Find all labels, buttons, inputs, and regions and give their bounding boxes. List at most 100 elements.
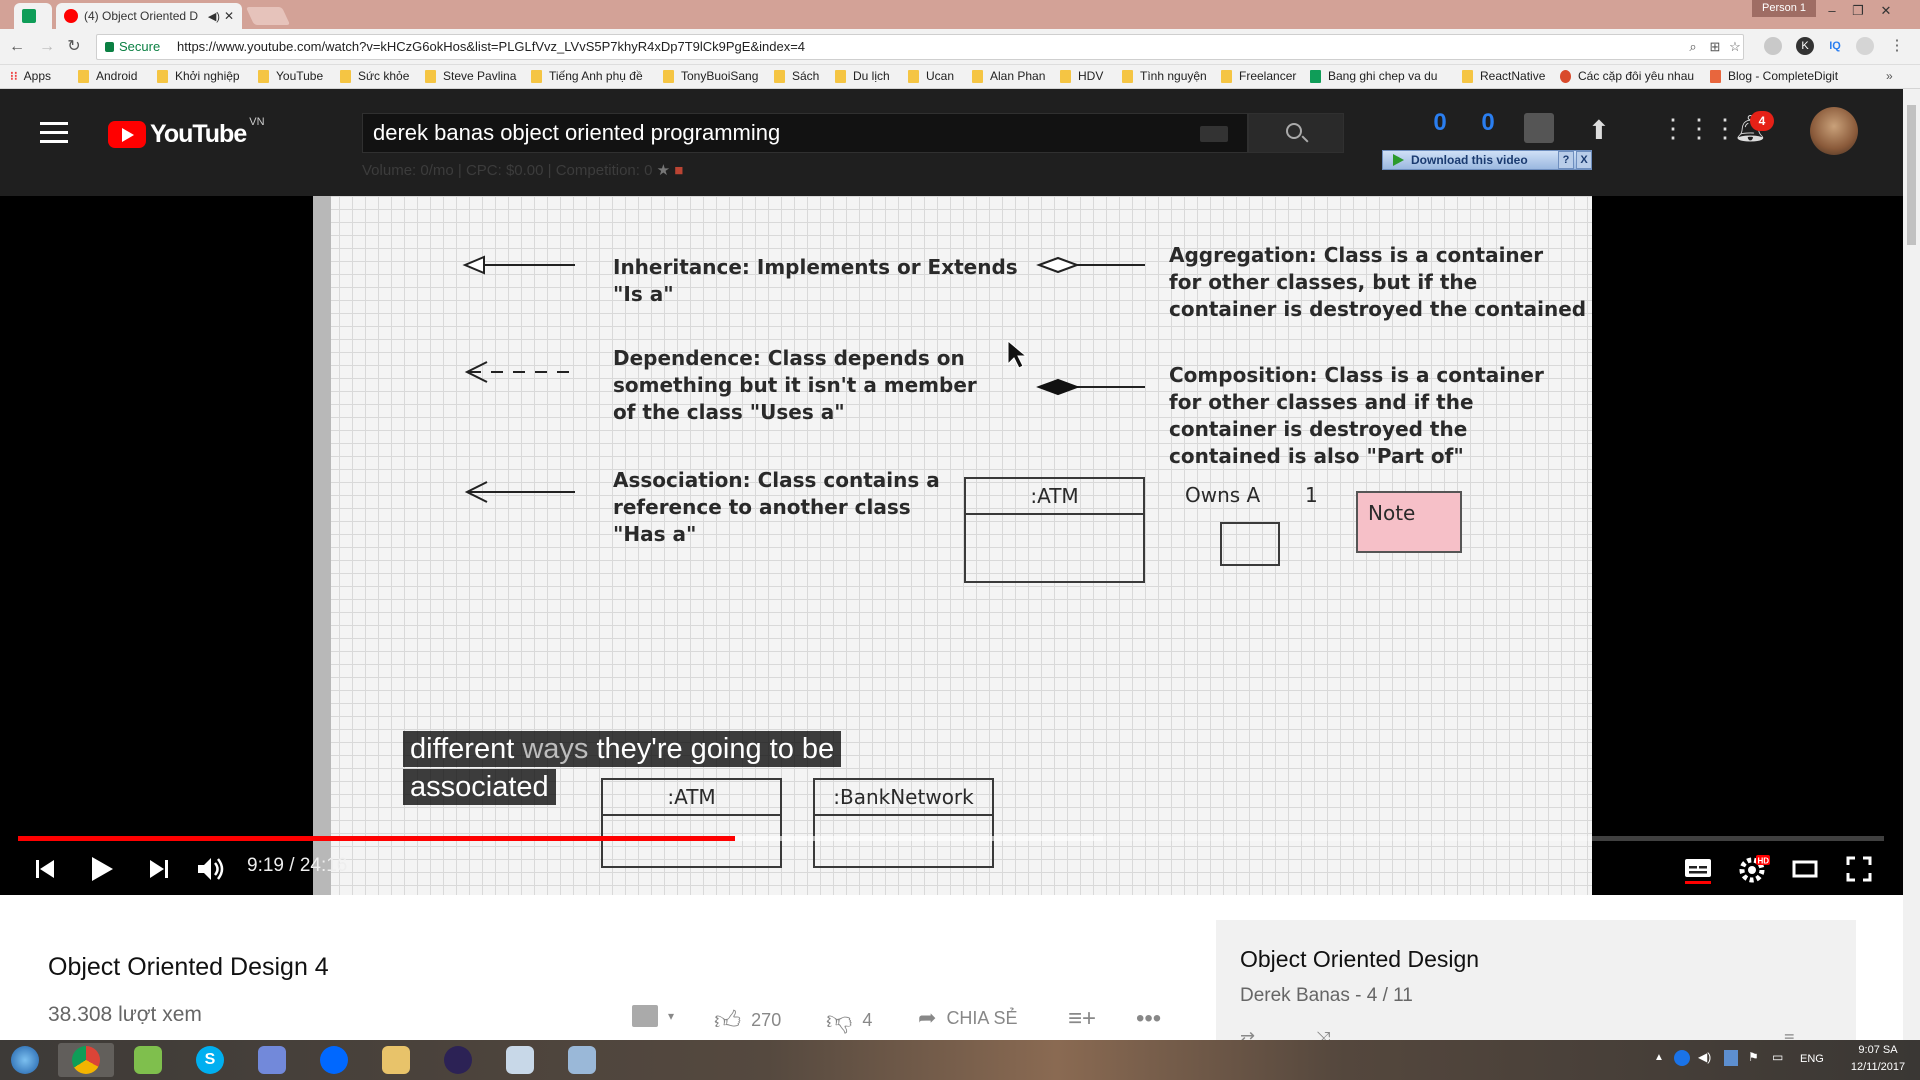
atm-class-box: :ATM (964, 477, 1145, 583)
share-button[interactable]: ➦ CHIA SẺ (918, 1005, 1017, 1031)
video-title: Object Oriented Design 4 (48, 953, 329, 981)
more-actions-icon[interactable]: ••• (1136, 1005, 1161, 1033)
tray-keyboard-icon[interactable] (1724, 1050, 1738, 1066)
bookmark-folder[interactable]: Khởi nghiệp (157, 69, 240, 83)
play-icon[interactable] (90, 856, 114, 882)
bookmark-folder[interactable]: Freelancer (1221, 69, 1296, 83)
taskbar-skype[interactable]: S (182, 1043, 238, 1077)
bookmark-sheet[interactable]: Bang ghi chep va du (1310, 69, 1437, 83)
bookmark-folder[interactable]: YouTube (258, 69, 323, 83)
extension-icon-2[interactable] (1856, 37, 1874, 55)
taskbar-discord[interactable] (244, 1043, 300, 1077)
maximize-button[interactable]: ❐ (1846, 2, 1870, 20)
like-button[interactable]: 👍︎ 270 (714, 1005, 781, 1036)
close-window-button[interactable]: ✕ (1874, 2, 1898, 20)
inheritance-text: Inheritance: Implements or Extends "Is a" (613, 255, 1018, 306)
scrollbar-thumb[interactable] (1907, 105, 1916, 245)
dislike-button[interactable]: 👎︎ 4 (826, 1005, 872, 1036)
settings-gear-icon[interactable]: HD (1738, 854, 1770, 884)
flag-icon[interactable]: ⚑ (1748, 1050, 1759, 1064)
extension-iq-icon[interactable]: IQ (1826, 37, 1844, 55)
bookmark-folder[interactable]: Tiếng Anh phụ đề (531, 69, 643, 83)
download-help-button[interactable]: ? (1558, 151, 1574, 169)
bookmark-folder[interactable]: Android (78, 69, 137, 83)
progress-bar-played[interactable] (18, 836, 735, 841)
bookmark-link[interactable]: Các cặp đôi yêu nhau (1560, 69, 1694, 83)
extension-k-icon[interactable]: K (1796, 37, 1814, 55)
previous-icon[interactable] (34, 858, 56, 880)
bookmark-folder[interactable]: Du lịch (835, 69, 890, 83)
tab-close-icon[interactable]: ✕ (224, 9, 234, 23)
network-icon[interactable]: ▭ (1772, 1050, 1783, 1064)
zoom-icon[interactable]: ⌕ (1683, 35, 1703, 59)
extension-icon[interactable] (1764, 37, 1782, 55)
hamburger-menu-icon[interactable] (40, 122, 68, 144)
sheets-icon (22, 9, 36, 23)
thumbs-down-icon: 👎︎ (826, 1005, 853, 1035)
playlist-title[interactable]: Object Oriented Design (1240, 946, 1479, 973)
back-arrow-icon[interactable]: ← (6, 36, 28, 58)
bookmark-link[interactable]: Blog - CompleteDigit (1710, 69, 1838, 83)
taskbar-explorer[interactable] (368, 1043, 424, 1077)
bookmark-folder[interactable]: Sức khỏe (340, 69, 409, 83)
add-to-button[interactable]: ▾ (632, 1005, 674, 1027)
taskbar-window[interactable] (554, 1043, 610, 1077)
bookmark-folder[interactable]: TonyBuoiSang (663, 69, 758, 83)
folder-icon (1462, 69, 1473, 83)
reload-icon[interactable]: ↻ (63, 36, 85, 58)
next-icon[interactable] (148, 858, 170, 880)
add-to-playlist-icon[interactable]: ≡+ (1068, 1005, 1096, 1033)
volume-icon[interactable] (196, 856, 226, 882)
bookmark-folder[interactable]: Tình nguyện (1122, 69, 1207, 83)
taskbar-eclipse[interactable] (430, 1043, 486, 1077)
tray-app-icon[interactable] (1674, 1050, 1690, 1066)
address-bar[interactable]: Secure https://www.youtube.com/watch?v=k… (96, 34, 1744, 60)
new-tab-button[interactable] (245, 7, 291, 25)
audio-icon[interactable]: ◀) (208, 10, 220, 23)
video-player[interactable]: Inheritance: Implements or Extends "Is a"… (0, 196, 1903, 895)
upload-icon[interactable]: ⬆ (1588, 115, 1610, 146)
profile-button[interactable]: Person 1 (1752, 0, 1816, 17)
taskbar-zalo[interactable] (306, 1043, 362, 1077)
bookmark-folder[interactable]: ReactNative (1462, 69, 1545, 83)
url-text[interactable]: https://www.youtube.com/watch?v=kHCzG6ok… (177, 35, 805, 59)
youtube-logo[interactable]: YouTube VN (108, 116, 265, 149)
chrome-menu-icon[interactable]: ⋮ (1888, 37, 1906, 55)
start-button[interactable] (0, 1043, 50, 1077)
bookmark-apps[interactable]: ⁝⁝ Apps (10, 69, 51, 83)
speaker-icon[interactable]: ◀) (1698, 1050, 1711, 1064)
forward-arrow-icon[interactable]: → (36, 36, 58, 58)
stats-chart-icon[interactable] (1524, 113, 1554, 143)
taskbar-chrome[interactable] (58, 1043, 114, 1077)
language-indicator[interactable]: ENG (1800, 1053, 1824, 1065)
tab-sheets[interactable] (14, 3, 52, 29)
translate-icon[interactable]: ⊞ (1705, 35, 1725, 59)
avatar[interactable] (1810, 107, 1858, 155)
tray-overflow-icon[interactable]: ▲ (1654, 1052, 1664, 1063)
bookmark-star-icon[interactable]: ☆ (1725, 35, 1745, 59)
time-display: 9:19 / 24:16 (247, 855, 348, 876)
fullscreen-icon[interactable] (1846, 856, 1872, 882)
atm-class-box-2: :ATM (601, 778, 782, 868)
multiplicity-label: 1 (1305, 483, 1318, 507)
bookmarks-overflow-icon[interactable]: » (1886, 69, 1893, 83)
taskbar-paint[interactable] (492, 1043, 548, 1077)
search-button[interactable] (1248, 113, 1344, 153)
sheets-icon (1310, 69, 1321, 83)
system-clock[interactable]: 9:07 SA 12/11/2017 (1840, 1042, 1916, 1076)
counter-1: 0 (1433, 109, 1447, 136)
bookmark-folder[interactable]: Alan Phan (972, 69, 1045, 83)
taskbar-notepad[interactable] (120, 1043, 176, 1077)
bookmark-folder[interactable]: HDV (1060, 69, 1103, 83)
download-close-button[interactable]: X (1576, 151, 1592, 169)
keyboard-icon[interactable] (1200, 126, 1228, 142)
theater-mode-icon[interactable] (1792, 858, 1818, 880)
minimize-button[interactable]: – (1820, 2, 1844, 20)
bookmark-folder[interactable]: Steve Pavlina (425, 69, 516, 83)
subtitles-icon[interactable] (1684, 856, 1712, 884)
apps-grid-icon[interactable]: ⋮⋮⋮ (1660, 113, 1738, 144)
bookmark-folder[interactable]: Sách (774, 69, 819, 83)
search-input[interactable]: derek banas object oriented programming (362, 113, 1248, 153)
tab-youtube[interactable]: (4) Object Oriented D ◀) ✕ (56, 3, 242, 29)
bookmark-folder[interactable]: Ucan (908, 69, 954, 83)
